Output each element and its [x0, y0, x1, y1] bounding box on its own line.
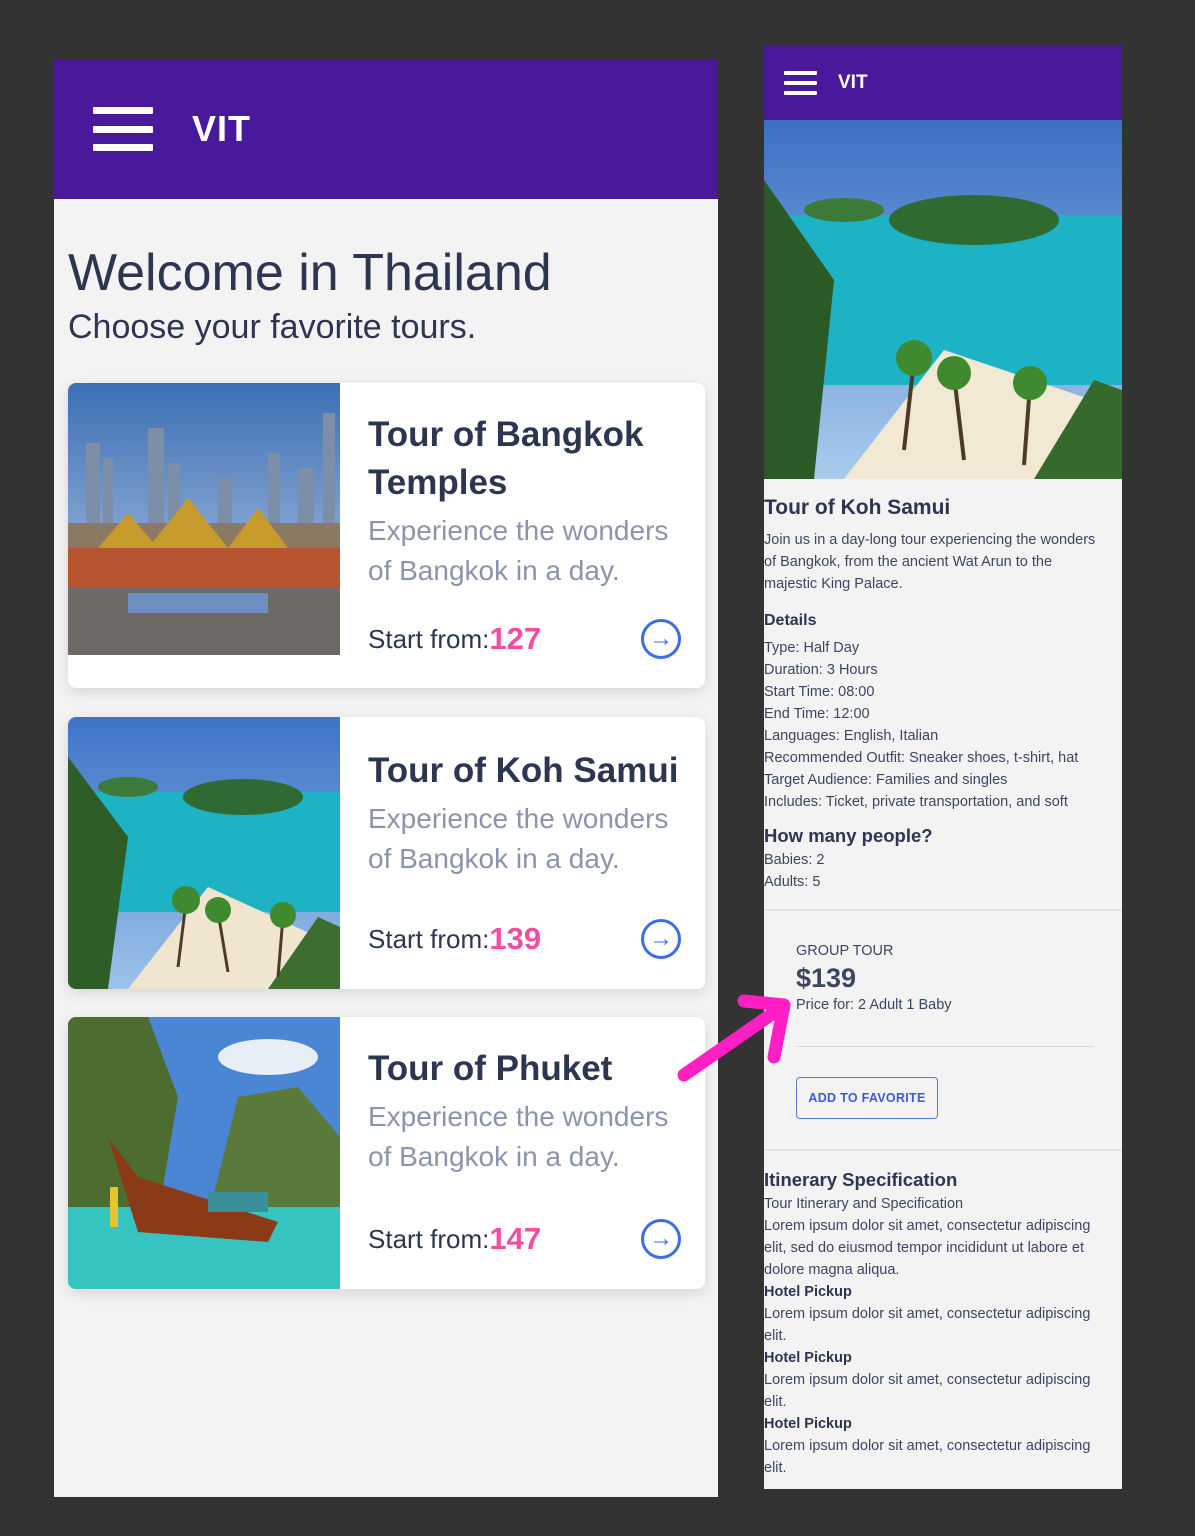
tour-description-line1: Experience the wonders	[368, 515, 669, 546]
details-heading: Details	[764, 612, 817, 629]
phuket-longtail-boat-image	[68, 1017, 340, 1289]
group-tour-label: GROUP TOUR	[796, 943, 894, 959]
tour-card-body: Tour of Bangkok Temples Experience the w…	[368, 383, 681, 688]
pickup-text: elit.	[764, 1394, 787, 1410]
detail-item: Type: Half Day	[764, 640, 860, 656]
arrow-right-circle-icon[interactable]: →	[641, 1219, 681, 1259]
price-value: 127	[489, 621, 542, 656]
tour-title-line2: Temples	[368, 463, 508, 502]
tour-intro-line: of Bangkok, from the ancient Wat Arun to…	[764, 554, 1053, 570]
koh-samui-beach-image	[68, 717, 340, 989]
tour-card-phuket[interactable]: Tour of Phuket Experience the wonders of…	[68, 1017, 705, 1289]
tour-description-line2: of Bangkok in a day.	[368, 843, 620, 874]
price-label: Start from:	[368, 1223, 490, 1254]
tour-description-line2: of Bangkok in a day.	[368, 555, 620, 586]
tour-description: Experience the wonders of Bangkok in a d…	[368, 1097, 681, 1177]
divider	[796, 1046, 1094, 1047]
detail-item: Target Audience: Families and singles	[764, 772, 1008, 788]
group-tour-box: GROUP TOUR $139 Price for: 2 Adult 1 Bab…	[764, 911, 1122, 1119]
people-item: Adults: 5	[764, 874, 821, 890]
tour-title: Tour of Phuket	[368, 1049, 613, 1088]
tour-card-body: Tour of Koh Samui Experience the wonders…	[368, 717, 681, 989]
pickup-text: elit.	[764, 1460, 787, 1476]
divider	[764, 1149, 1122, 1151]
pickup-text: Lorem ipsum dolor sit amet, consectetur …	[764, 1438, 1091, 1454]
price-value: 139	[489, 921, 542, 956]
tour-title: Tour of Koh Samui	[368, 751, 679, 790]
people-heading: How many people?	[764, 825, 933, 846]
tour-title: Tour of Koh Samui	[764, 496, 951, 519]
app-bar: VIT	[54, 59, 718, 199]
menu-icon[interactable]	[784, 70, 817, 95]
tour-intro-line: majestic King Palace.	[764, 576, 903, 592]
tour-list-screen: VIT Welcome in Thailand Choose your favo…	[54, 59, 718, 1497]
tour-intro: Join us in a day-long tour experiencing …	[764, 529, 1122, 595]
tour-title-line1: Tour of Bangkok	[368, 415, 644, 454]
arrow-right-circle-icon[interactable]: →	[641, 619, 681, 659]
group-tour-price: $139	[796, 963, 857, 993]
pickup-heading: Hotel Pickup	[764, 1416, 852, 1432]
price-row: Start from: 147 →	[368, 1219, 681, 1259]
annotation-arrow-icon	[677, 994, 791, 1082]
itinerary-text-line: Lorem ipsum dolor sit amet, consectetur …	[764, 1218, 1091, 1234]
tour-intro-line: Join us in a day-long tour experiencing …	[764, 532, 1096, 548]
price-row: Start from: 127 →	[368, 619, 681, 659]
detail-item: Recommended Outfit: Sneaker shoes, t-shi…	[764, 750, 1079, 766]
tour-description: Experience the wonders of Bangkok in a d…	[368, 511, 681, 591]
price-label: Start from:	[368, 923, 490, 954]
menu-icon[interactable]	[93, 107, 153, 151]
add-to-favorite-button[interactable]: ADD TO FAVORITE	[796, 1077, 938, 1119]
price-row: Start from: 139 →	[368, 919, 681, 959]
tour-card-bangkok[interactable]: Tour of Bangkok Temples Experience the w…	[68, 383, 705, 688]
itinerary-subheading: Tour Itinerary and Specification	[764, 1196, 964, 1212]
tour-detail-screen: VIT Tour of Koh Samui Join us in a day-l…	[764, 45, 1122, 1489]
itinerary-text-line: dolore magna aliqua.	[764, 1262, 900, 1278]
arrow-right-circle-icon[interactable]: →	[641, 919, 681, 959]
tour-description-line1: Experience the wonders	[368, 1101, 669, 1132]
brand-logo: VIT	[192, 108, 252, 149]
price-value: 147	[489, 1221, 542, 1256]
detail-item: End Time: 12:00	[764, 706, 870, 722]
itinerary-text-line: elit, sed do eiusmod tempor incididunt u…	[764, 1240, 1084, 1256]
pickup-text: elit.	[764, 1328, 787, 1344]
people-list: Babies: 2 Adults: 5	[764, 849, 1122, 893]
tour-title: Tour of Bangkok Temples	[368, 411, 681, 507]
tour-card-body: Tour of Phuket Experience the wonders of…	[368, 1017, 681, 1289]
detail-item: Duration: 3 Hours	[764, 662, 878, 678]
detail-item: Languages: English, Italian	[764, 728, 939, 744]
tour-description: Experience the wonders of Bangkok in a d…	[368, 799, 681, 879]
detail-item: Includes: Ticket, private transportation…	[764, 794, 1068, 810]
itinerary-heading: Itinerary Specification	[764, 1169, 958, 1190]
tour-description-line2: of Bangkok in a day.	[368, 1141, 620, 1172]
tour-card-koh-samui[interactable]: Tour of Koh Samui Experience the wonders…	[68, 717, 705, 989]
brand-logo: VIT	[838, 71, 868, 93]
pickup-heading: Hotel Pickup	[764, 1284, 852, 1300]
hero-image	[764, 120, 1122, 479]
pickup-text: Lorem ipsum dolor sit amet, consectetur …	[764, 1372, 1091, 1388]
pickup-text: Lorem ipsum dolor sit amet, consectetur …	[764, 1306, 1091, 1322]
itinerary-text: Lorem ipsum dolor sit amet, consectetur …	[764, 1215, 1122, 1281]
tour-description-line1: Experience the wonders	[368, 803, 669, 834]
details-list: Type: Half Day Duration: 3 Hours Start T…	[764, 637, 1122, 813]
people-item: Babies: 2	[764, 852, 825, 868]
price-label: Start from:	[368, 623, 490, 654]
group-tour-note: Price for: 2 Adult 1 Baby	[796, 997, 952, 1013]
pickup-heading: Hotel Pickup	[764, 1350, 852, 1366]
detail-item: Start Time: 08:00	[764, 684, 875, 700]
bangkok-skyline-image	[68, 383, 340, 655]
app-bar: VIT	[764, 45, 1122, 120]
page-title: Welcome in Thailand	[68, 244, 552, 302]
tour-detail-content: Tour of Koh Samui Join us in a day-long …	[764, 493, 1122, 1479]
page-subtitle: Choose your favorite tours.	[68, 308, 477, 346]
